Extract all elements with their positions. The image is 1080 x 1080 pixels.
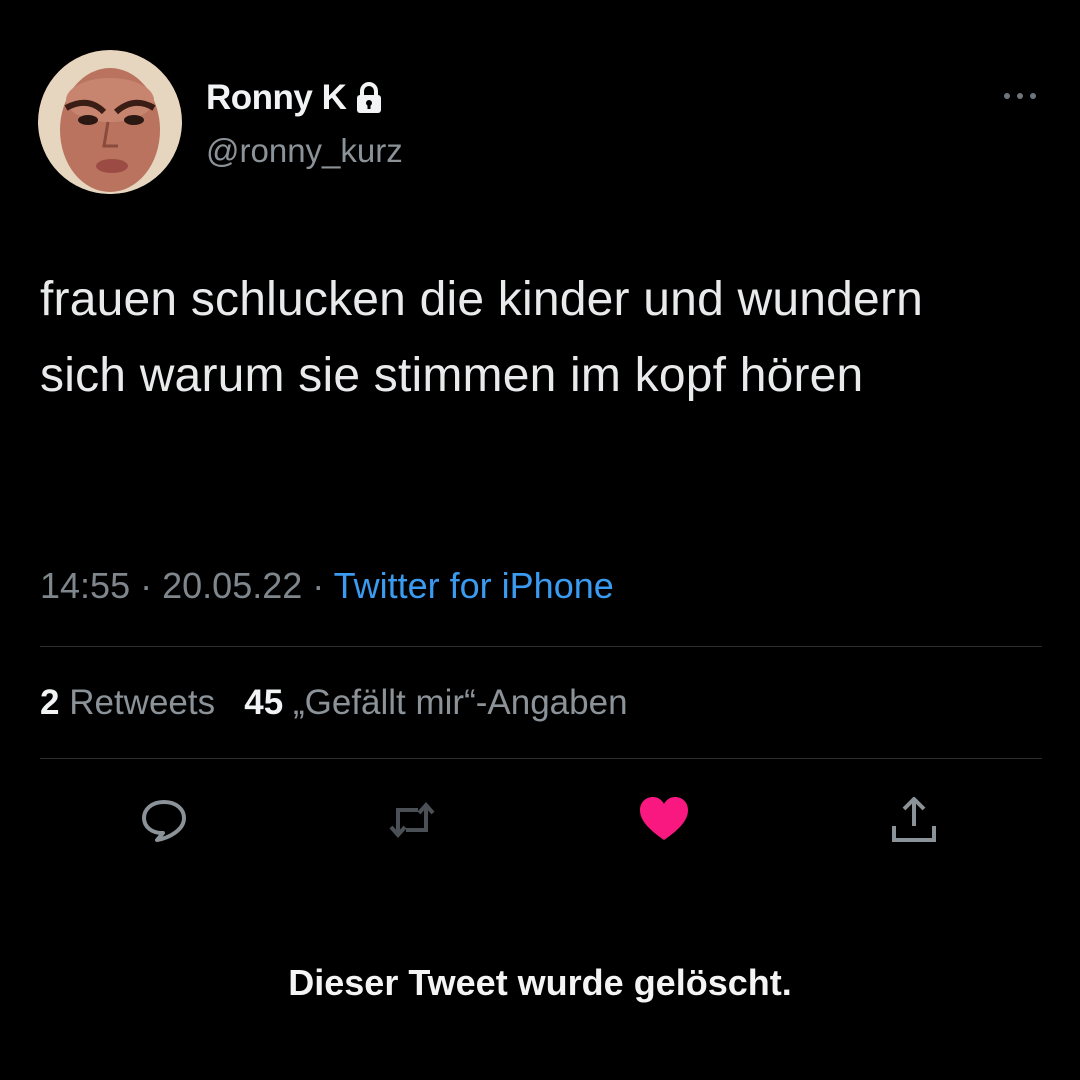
- display-name[interactable]: Ronny K: [206, 78, 384, 118]
- tweet-text: frauen schlucken die kinder und wundern …: [40, 273, 924, 402]
- tweet-time[interactable]: 14:55: [40, 565, 130, 606]
- divider: [40, 646, 1042, 647]
- retweets-stat[interactable]: 2 Retweets: [40, 683, 225, 722]
- tweet-stats: 2 Retweets 45 „Gefällt mir“-Angaben: [40, 683, 628, 723]
- tweet-date[interactable]: 20.05.22: [162, 565, 302, 606]
- reply-bubble-icon[interactable]: [136, 792, 192, 848]
- retweets-count: 2: [40, 683, 60, 722]
- action-bar: [0, 792, 1080, 852]
- more-horizontal-icon[interactable]: [1000, 88, 1040, 104]
- share-icon[interactable]: [886, 792, 942, 848]
- display-name-text[interactable]: Ronny K: [206, 78, 347, 118]
- profile-photo: [38, 50, 182, 194]
- deleted-notice: Dieser Tweet wurde gelöscht.: [288, 962, 792, 1003]
- meta-separator: ·: [312, 565, 325, 606]
- meta-separator: ·: [140, 565, 153, 606]
- tweet-meta: 14:55 · 20.05.22 · Twitter for iPhone: [40, 565, 614, 607]
- lock-icon: [354, 81, 384, 115]
- user-handle[interactable]: @ronny_kurz: [206, 132, 403, 170]
- likes-count: 45: [244, 683, 284, 722]
- likes-stat[interactable]: 45 „Gefällt mir“-Angaben: [244, 683, 627, 722]
- retweet-icon[interactable]: [384, 792, 440, 848]
- likes-label: „Gefällt mir“-Angaben: [292, 683, 628, 722]
- retweets-label: Retweets: [69, 683, 216, 722]
- heart-icon[interactable]: [636, 792, 692, 848]
- tweet-source-link[interactable]: Twitter for iPhone: [334, 565, 614, 606]
- divider: [40, 758, 1042, 759]
- avatar[interactable]: [38, 50, 182, 194]
